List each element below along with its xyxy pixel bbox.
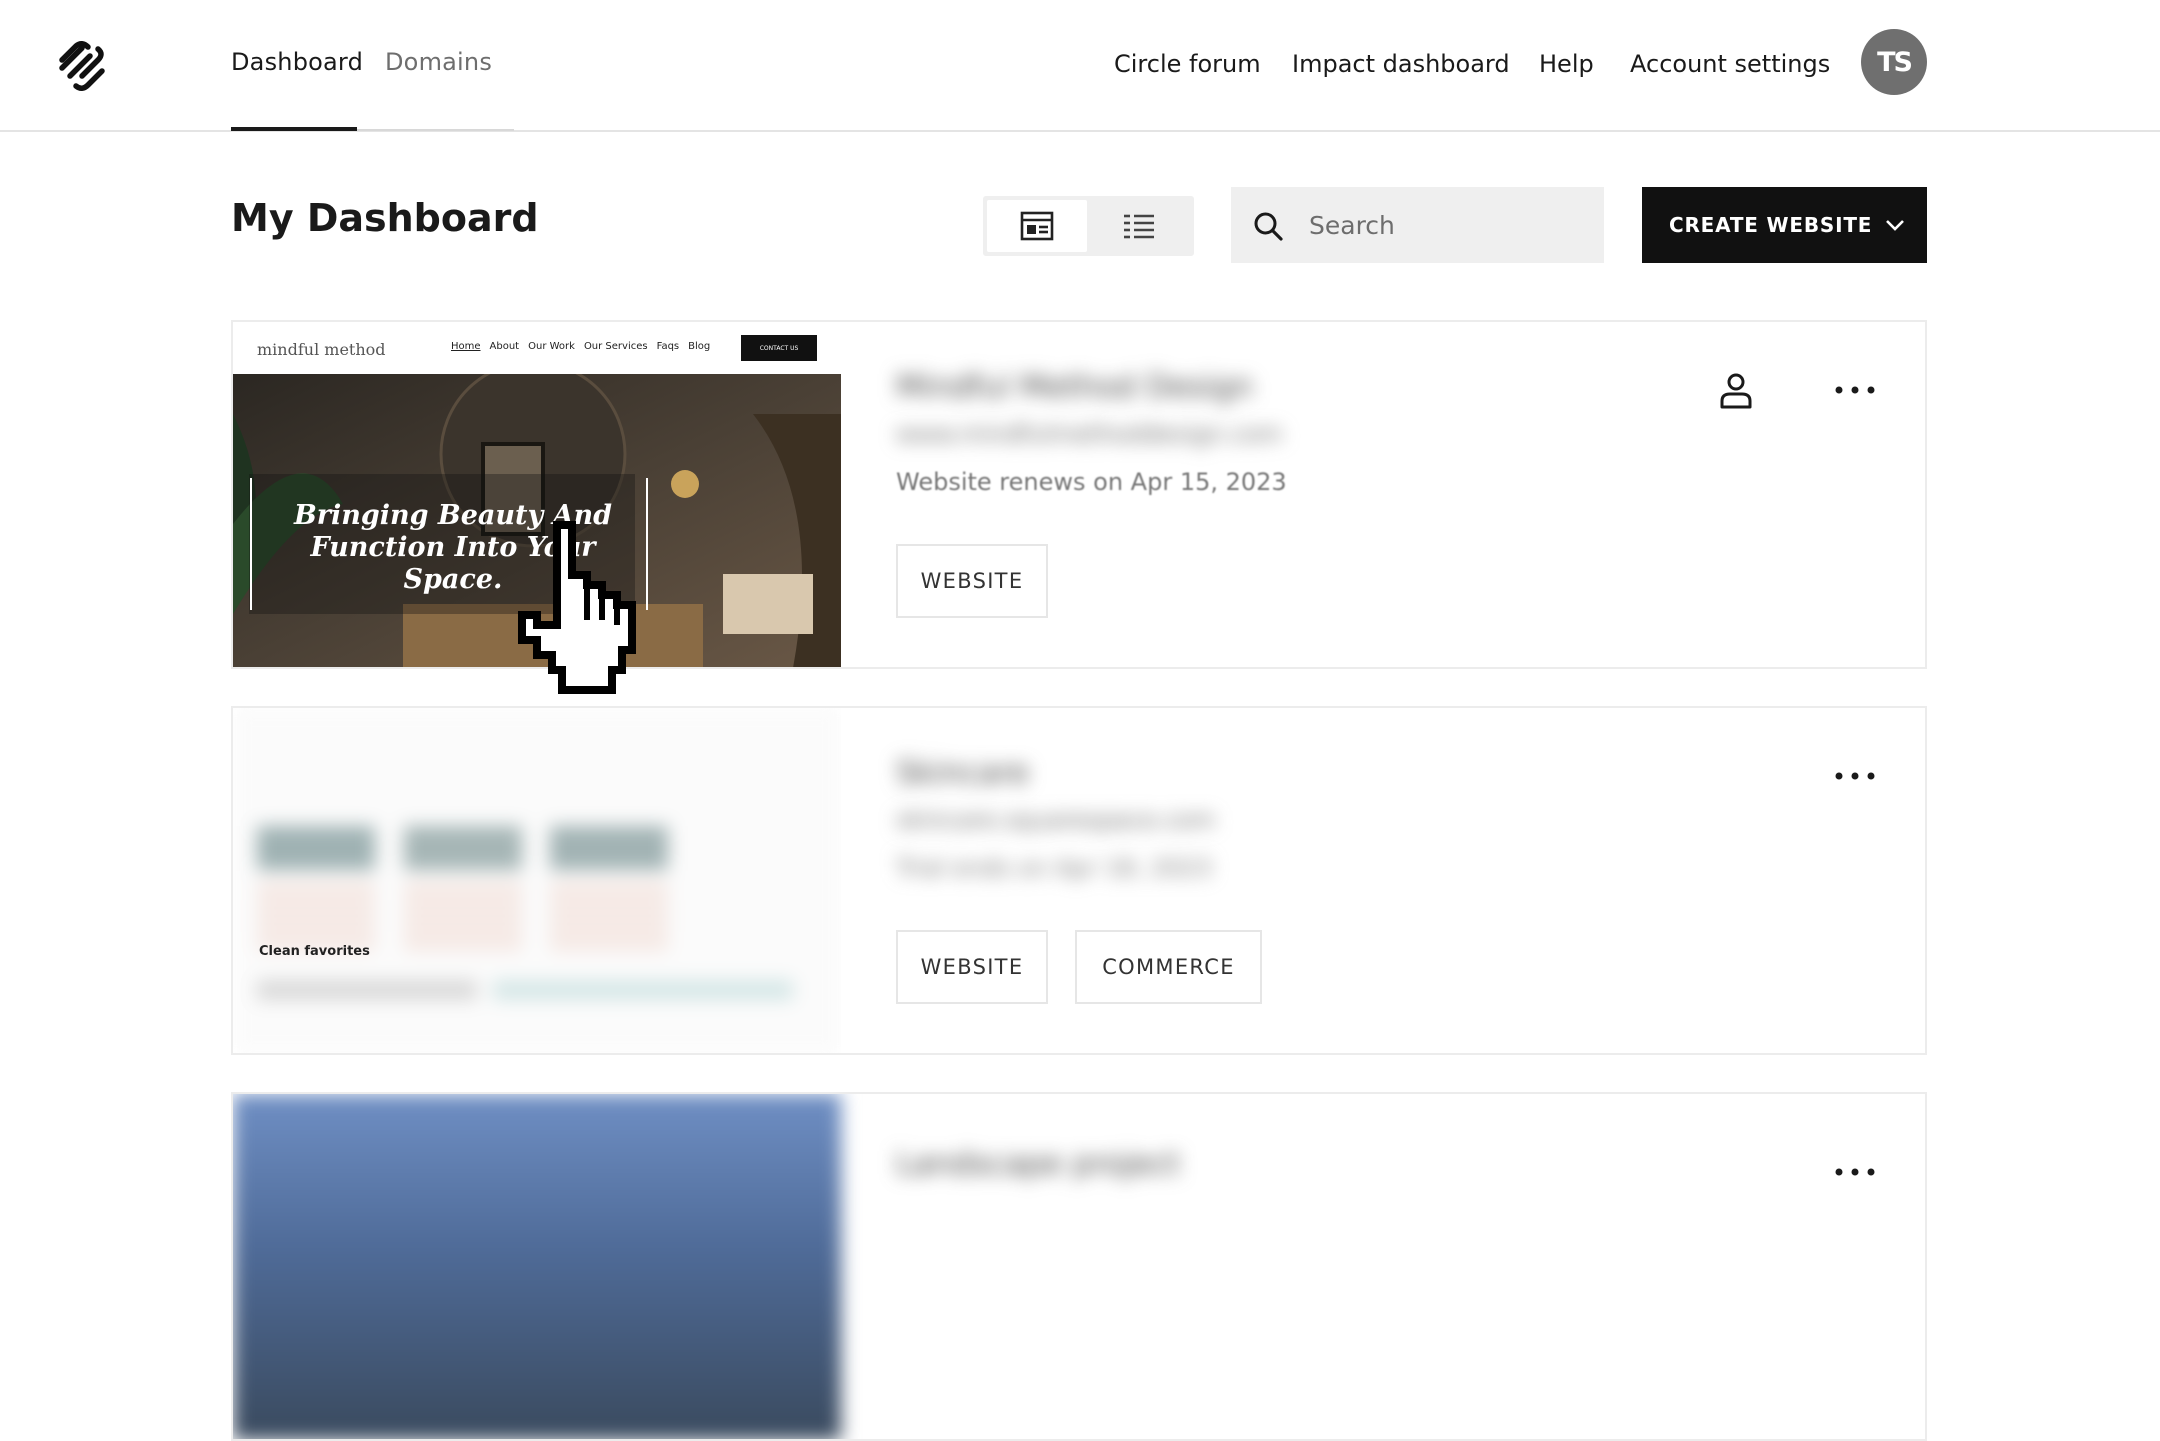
create-website-button[interactable]: CREATE WEBSITE [1642,187,1927,263]
more-options-icon[interactable] [1833,1164,1877,1180]
link-circle-forum[interactable]: Circle forum [1114,50,1261,78]
avatar[interactable]: TS [1861,29,1927,95]
tab-domains[interactable]: Domains [385,48,492,76]
chevron-down-icon [1886,220,1904,231]
site-url[interactable]: skincare.squarespace.com [896,806,1215,834]
card-view-icon [1020,211,1054,241]
thumb-nav-bar: mindful method Home About Our Work Our S… [233,322,841,374]
tab-divider [357,129,514,131]
hand-pointer-cursor-icon [518,521,636,694]
renewal-text: Website renews on Apr 15, 2023 [896,468,1287,496]
create-website-label: CREATE WEBSITE [1669,213,1873,237]
thumb-brand: mindful method [257,340,386,359]
thumb-nav-services: Our Services [583,341,648,352]
link-account-settings[interactable]: Account settings [1630,50,1830,78]
active-tab-indicator [231,127,357,131]
thumb-contact-button: CONTACT US [741,335,817,361]
list-view-button[interactable] [1089,200,1189,252]
site-card[interactable]: Clean favorites Skincare skincare.square… [231,706,1927,1055]
search-icon [1254,212,1283,241]
thumb-nav-faqs: Faqs [656,341,680,352]
site-card[interactable]: mindful method Home About Our Work Our S… [231,320,1927,669]
site-thumbnail[interactable] [233,1094,841,1439]
site-name[interactable]: Skincare [896,755,1029,791]
squarespace-logo-icon[interactable] [54,38,110,94]
site-card[interactable]: Landscape project [231,1092,1927,1441]
thumb-nav-about: About [489,341,520,352]
website-tag[interactable]: WEBSITE [896,544,1048,618]
thumb-blurred-page [233,708,841,1053]
card-view-button[interactable] [987,200,1087,252]
top-header: Dashboard Domains Circle forum Impact da… [0,0,2160,132]
thumb-nav-work: Our Work [528,341,575,352]
search-input[interactable] [1307,205,1587,245]
more-options-icon[interactable] [1833,768,1877,784]
website-tag[interactable]: WEBSITE [896,930,1048,1004]
site-name[interactable]: Mindful Method Design [896,369,1253,405]
more-options-icon[interactable] [1833,382,1877,398]
link-impact-dashboard[interactable]: Impact dashboard [1292,50,1510,78]
search-box [1231,187,1604,263]
thumb-caption: Clean favorites [259,944,370,959]
link-help[interactable]: Help [1539,50,1594,78]
renewal-text: Trial ends on Apr 18, 2023 [896,854,1212,882]
site-url[interactable]: www.mindfulmethoddesign.com [896,420,1282,448]
page-title: My Dashboard [231,196,539,240]
site-name[interactable]: Landscape project [896,1146,1180,1182]
thumb-nav-blog: Blog [688,341,711,352]
tab-dashboard[interactable]: Dashboard [231,48,363,76]
site-thumbnail[interactable]: Clean favorites [233,708,841,1053]
commerce-tag[interactable]: COMMERCE [1075,930,1262,1004]
list-view-icon [1124,214,1154,239]
view-toggle [983,196,1194,256]
contributor-icon[interactable] [1719,372,1753,410]
thumb-nav-links: Home About Our Work Our Services Faqs Bl… [451,341,710,352]
thumb-nav-home: Home [451,341,481,352]
